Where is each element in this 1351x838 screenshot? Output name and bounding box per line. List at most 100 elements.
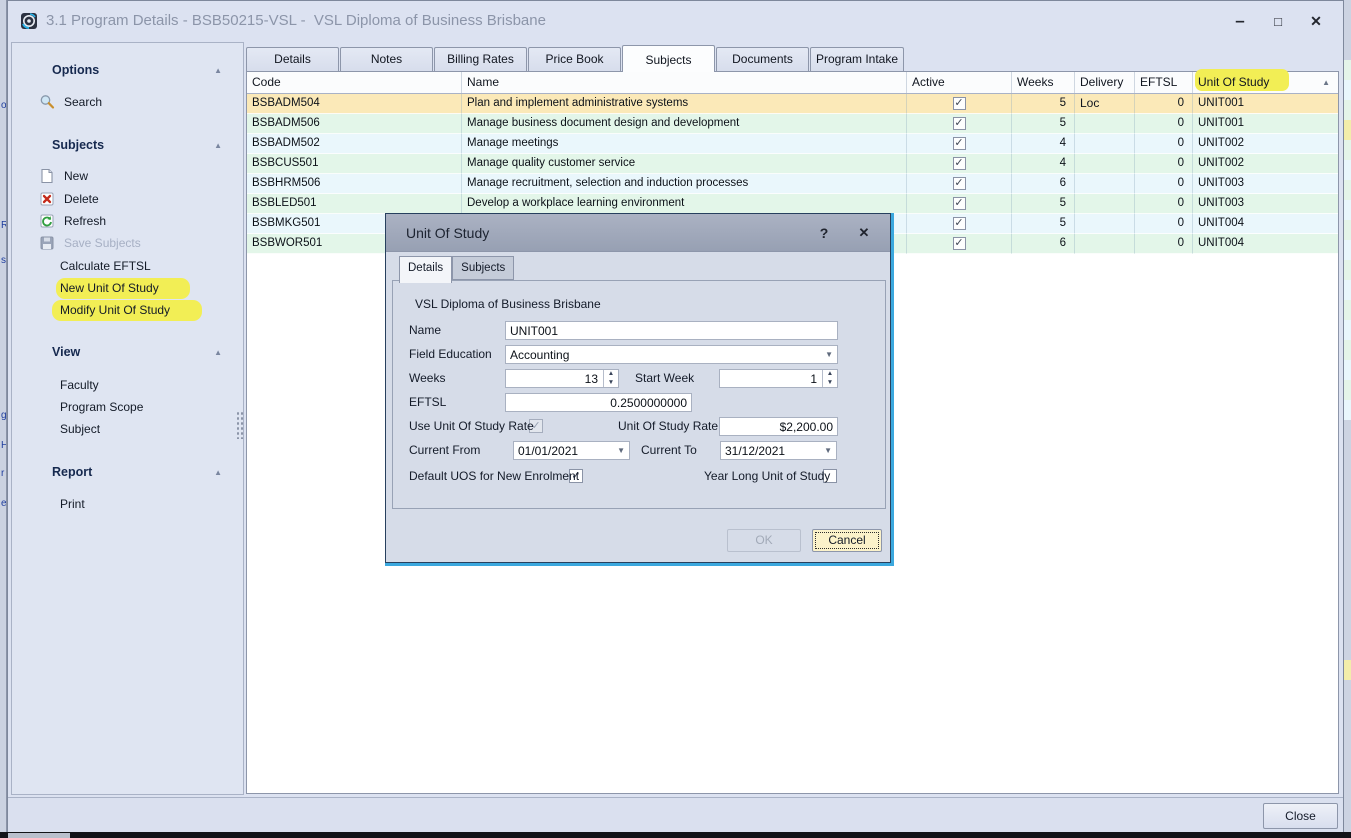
table-row[interactable]: BSBADM504 Plan and implement administrat… <box>247 94 1338 114</box>
column-header-unit-of-study[interactable]: Unit Of Study ▲ <box>1193 72 1338 93</box>
item-label: Refresh <box>64 211 106 232</box>
column-header-name[interactable]: Name <box>462 72 907 93</box>
tab-documents[interactable]: Documents <box>716 47 809 71</box>
collapse-icon[interactable]: ▲ <box>214 141 222 150</box>
start-week-stepper[interactable]: ▲ ▼ <box>719 369 838 388</box>
sidebar-item-delete[interactable]: Delete <box>12 189 243 210</box>
tab-details[interactable]: Details <box>246 47 339 71</box>
tab-billing-rates[interactable]: Billing Rates <box>434 47 527 71</box>
chevron-down-icon[interactable]: ▼ <box>824 442 832 459</box>
table-row[interactable]: BSBHRM506 Manage recruitment, selection … <box>247 174 1338 194</box>
cell-eftsl: 0 <box>1135 214 1193 234</box>
collapse-icon[interactable]: ▲ <box>214 468 222 477</box>
dialog-tab-details[interactable]: Details <box>399 256 452 283</box>
sidebar-item-modify-unit-of-study[interactable]: Modify Unit Of Study <box>12 300 243 321</box>
spin-up-icon[interactable]: ▲ <box>604 370 618 379</box>
table-row[interactable]: BSBCUS501 Manage quality customer servic… <box>247 154 1338 174</box>
rate-field[interactable] <box>719 417 838 436</box>
dialog-tabs: Details Subjects <box>399 256 514 283</box>
sidebar-item-program-scope[interactable]: Program Scope <box>12 397 243 418</box>
cell-eftsl: 0 <box>1135 154 1193 174</box>
column-header-eftsl[interactable]: EFTSL <box>1135 72 1193 93</box>
cell-weeks: 4 <box>1012 134 1075 154</box>
tab-notes[interactable]: Notes <box>340 47 433 71</box>
sidebar-item-refresh[interactable]: Refresh <box>12 211 243 232</box>
sidebar-splitter-handle[interactable] <box>236 411 243 439</box>
save-icon <box>39 235 55 251</box>
sidebar-section-report[interactable]: Report ▲ <box>52 463 222 481</box>
checkbox-checked[interactable]: ✓ <box>953 157 966 170</box>
sidebar-section-subjects[interactable]: Subjects ▲ <box>52 136 222 154</box>
checkbox-checked[interactable]: ✓ <box>953 217 966 230</box>
cell-delivery-loc <box>1075 194 1135 214</box>
dialog-close-icon[interactable]: ✕ <box>854 214 874 252</box>
collapse-icon[interactable]: ▲ <box>214 348 222 357</box>
column-header-code[interactable]: Code <box>247 72 462 93</box>
sidebar-item-faculty[interactable]: Faculty <box>12 375 243 396</box>
current-to-datepicker[interactable]: ▼ <box>720 441 837 460</box>
sidebar-item-print[interactable]: Print <box>12 494 243 515</box>
table-row[interactable]: BSBLED501 Develop a workplace learning e… <box>247 194 1338 214</box>
column-header-weeks[interactable]: Weeks <box>1012 72 1075 93</box>
eftsl-field[interactable] <box>505 393 692 412</box>
checkbox-checked[interactable]: ✓ <box>953 237 966 250</box>
cell-delivery-loc <box>1075 114 1135 134</box>
sidebar-item-subject[interactable]: Subject <box>12 419 243 440</box>
cell-name: Manage recruitment, selection and induct… <box>462 174 907 194</box>
table-row[interactable]: BSBADM502 Manage meetings ✓ 4 0 UNIT002 <box>247 134 1338 154</box>
eftsl-label: EFTSL <box>409 393 446 412</box>
column-header-delivery-loc[interactable]: Delivery Loc <box>1075 72 1135 93</box>
cell-active: ✓ <box>907 134 1012 154</box>
sidebar-section-view[interactable]: View ▲ <box>52 343 222 361</box>
cell-eftsl: 0 <box>1135 134 1193 154</box>
program-tabs: Details Notes Billing Rates Price Book S… <box>246 47 905 71</box>
field-education-dropdown[interactable]: ▼ <box>505 345 838 364</box>
cell-code: BSBHRM506 <box>247 174 462 194</box>
cell-active: ✓ <box>907 214 1012 234</box>
table-row[interactable]: BSBADM506 Manage business document desig… <box>247 114 1338 134</box>
sidebar-item-new-unit-of-study[interactable]: New Unit Of Study <box>12 278 243 299</box>
weeks-stepper[interactable]: ▲ ▼ <box>505 369 619 388</box>
window-title: 3.1 Program Details - BSB50215-VSL - VSL… <box>46 1 546 41</box>
name-field[interactable] <box>505 321 838 340</box>
spin-up-icon[interactable]: ▲ <box>823 370 837 379</box>
column-header-active[interactable]: Active <box>907 72 1012 93</box>
close-button[interactable]: Close <box>1263 803 1338 829</box>
minimize-button[interactable]: – <box>1221 11 1259 31</box>
sidebar-item-search[interactable]: Search <box>12 92 243 113</box>
cell-weeks: 6 <box>1012 234 1075 254</box>
checkbox-checked[interactable]: ✓ <box>953 177 966 190</box>
checkbox-checked[interactable]: ✓ <box>953 137 966 150</box>
spin-down-icon[interactable]: ▼ <box>604 379 618 388</box>
cell-unit-of-study: UNIT002 <box>1193 154 1338 174</box>
cell-code: BSBADM506 <box>247 114 462 134</box>
sidebar-item-calculate-eftsl[interactable]: Calculate EFTSL <box>12 256 243 277</box>
chevron-down-icon[interactable]: ▼ <box>617 442 625 459</box>
spinner-buttons[interactable]: ▲ ▼ <box>603 370 618 387</box>
checkbox-checked[interactable]: ✓ <box>953 197 966 210</box>
dialog-tab-subjects[interactable]: Subjects <box>452 256 514 280</box>
current-from-datepicker[interactable]: ▼ <box>513 441 630 460</box>
checkbox-checked[interactable]: ✓ <box>953 117 966 130</box>
cell-delivery-loc <box>1075 134 1135 154</box>
maximize-button[interactable]: □ <box>1259 14 1297 29</box>
sort-ascending-icon[interactable]: ▲ <box>1322 72 1330 93</box>
tab-subjects[interactable]: Subjects <box>622 45 715 72</box>
spin-down-icon[interactable]: ▼ <box>823 379 837 388</box>
section-label: Report <box>52 465 92 479</box>
tab-program-intake[interactable]: Program Intake <box>810 47 904 71</box>
checkbox-checked[interactable]: ✓ <box>953 97 966 110</box>
sidebar-item-new[interactable]: New <box>12 166 243 187</box>
cell-eftsl: 0 <box>1135 194 1193 214</box>
window-close-button[interactable]: ✕ <box>1297 13 1335 30</box>
collapse-icon[interactable]: ▲ <box>214 66 222 75</box>
chevron-down-icon[interactable]: ▼ <box>825 346 833 363</box>
cell-unit-of-study: UNIT004 <box>1193 234 1338 254</box>
rate-label: Unit Of Study Rate <box>618 417 718 436</box>
spinner-buttons[interactable]: ▲ ▼ <box>822 370 837 387</box>
section-label: Subjects <box>52 138 104 152</box>
sidebar-section-options[interactable]: Options ▲ <box>52 61 222 79</box>
cancel-button[interactable]: Cancel <box>812 529 882 552</box>
help-icon[interactable]: ? <box>814 214 834 252</box>
tab-price-book[interactable]: Price Book <box>528 47 621 71</box>
